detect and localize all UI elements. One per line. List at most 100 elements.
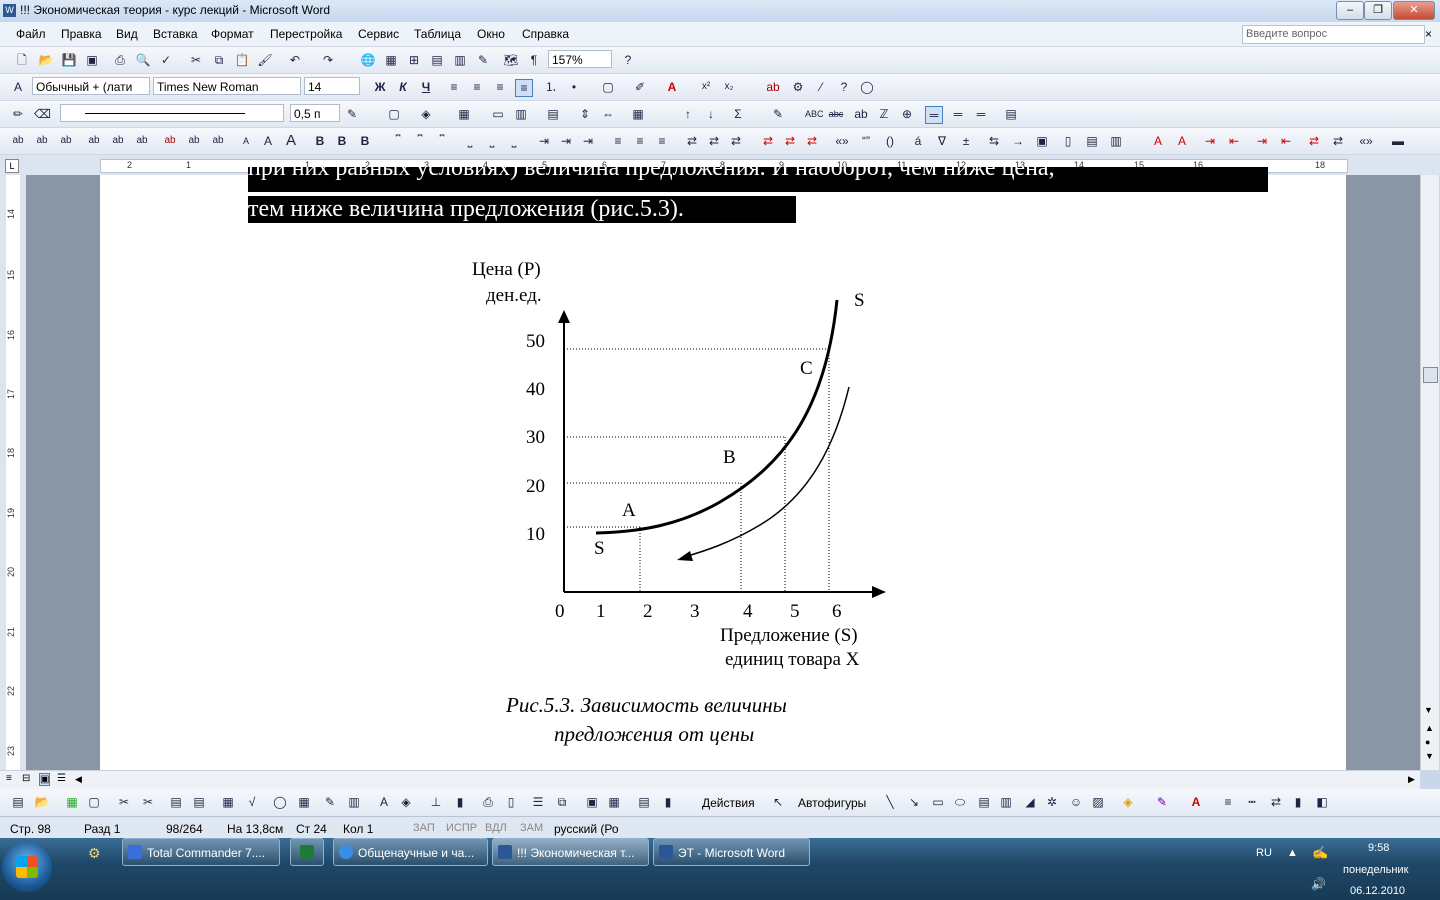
- scroll-down-icon[interactable]: ▼: [1424, 705, 1433, 715]
- horizontal-scrollbar[interactable]: ≡ ⊟ ▣ ☰ ◀ ▶: [0, 770, 1420, 789]
- textbox-icon[interactable]: ▤: [976, 794, 992, 810]
- task-word-et[interactable]: ЭТ - Microsoft Word: [653, 838, 810, 866]
- big-a-icon[interactable]: A: [283, 133, 299, 149]
- fd2-icon[interactable]: ⇄: [1330, 133, 1346, 149]
- tab5-icon[interactable]: ⎵: [484, 133, 500, 149]
- just2-icon[interactable]: ≡: [632, 133, 648, 149]
- scroll-right-icon[interactable]: ▶: [1408, 774, 1415, 785]
- eraser-icon[interactable]: ⌫: [34, 106, 51, 122]
- normal-view-icon[interactable]: ≡: [6, 773, 12, 784]
- menu-insert[interactable]: Вставка: [153, 27, 198, 41]
- redo-icon[interactable]: ↷: [320, 52, 336, 68]
- b3-icon[interactable]: B: [357, 133, 373, 149]
- cut-icon[interactable]: ✂: [188, 52, 204, 68]
- align-cells-icon[interactable]: ▤: [545, 106, 561, 122]
- line-color-icon[interactable]: ✎: [1154, 794, 1170, 810]
- research-icon[interactable]: ⚙: [790, 79, 806, 95]
- shadow-icon[interactable]: ▮: [1290, 794, 1306, 810]
- shading-icon[interactable]: ◈: [418, 106, 434, 122]
- clipart-icon[interactable]: ☺: [1068, 794, 1084, 810]
- volume-icon[interactable]: 🔊: [1311, 877, 1326, 891]
- spell-icon[interactable]: ab: [765, 79, 781, 95]
- status-track[interactable]: ИСПР: [446, 822, 477, 834]
- frame-icon[interactable]: ▣: [1034, 133, 1050, 149]
- autosum-icon[interactable]: Σ: [730, 106, 746, 122]
- open-icon[interactable]: 📂: [38, 52, 54, 68]
- insert-table-icon[interactable]: ⊞: [406, 52, 422, 68]
- split-cells-icon[interactable]: ▥: [513, 106, 529, 122]
- draw-j-icon[interactable]: √: [244, 794, 260, 810]
- list-icon[interactable]: ▤: [1003, 106, 1019, 122]
- quicklaunch-icon[interactable]: ⚙: [88, 845, 101, 862]
- indent3-icon[interactable]: ⇥: [580, 133, 596, 149]
- strike-icon[interactable]: abc: [828, 106, 844, 122]
- oval-icon[interactable]: ⬭: [952, 794, 968, 810]
- plusminus-icon[interactable]: ±: [958, 133, 974, 149]
- ab-2-icon[interactable]: ab: [34, 133, 50, 149]
- document-page[interactable]: при них равных условиях) величина предло…: [100, 167, 1346, 770]
- vertical-scrollbar[interactable]: ▼ ▲ ● ▼: [1420, 175, 1439, 770]
- style-select[interactable]: Обычный + (лати: [32, 77, 150, 95]
- indent1-icon[interactable]: ⇥: [536, 133, 552, 149]
- tab-selector[interactable]: L: [5, 159, 19, 173]
- draw-r-icon[interactable]: ▮: [452, 794, 468, 810]
- start-button[interactable]: [2, 842, 52, 892]
- draw-d-icon[interactable]: ▢: [86, 794, 102, 810]
- ab-6-icon[interactable]: ab: [134, 133, 150, 149]
- draw-a-icon[interactable]: ▤: [10, 794, 26, 810]
- menu-file[interactable]: Файл: [16, 27, 46, 41]
- permission-icon[interactable]: ▣: [84, 52, 100, 68]
- autoformat-icon[interactable]: ▦: [630, 106, 646, 122]
- draw-t-icon[interactable]: ▯: [503, 794, 519, 810]
- font-color2-icon[interactable]: A: [1188, 794, 1204, 810]
- spelling-icon[interactable]: ✓: [158, 52, 174, 68]
- new-document-icon[interactable]: 🗋: [14, 52, 30, 68]
- tray-time[interactable]: 9:58: [1368, 842, 1389, 854]
- status-record[interactable]: ЗАП: [413, 822, 435, 834]
- document-map-icon[interactable]: 🗺: [503, 52, 519, 68]
- doc-close-icon[interactable]: ×: [1425, 27, 1432, 41]
- fa2-icon[interactable]: A: [1174, 133, 1190, 149]
- page2-icon[interactable]: ▤: [1084, 133, 1100, 149]
- ask-question-input[interactable]: Введите вопрос: [1242, 25, 1425, 44]
- draw-g-icon[interactable]: ▤: [168, 794, 184, 810]
- globe-icon[interactable]: ⊕: [899, 106, 915, 122]
- draw-s-icon[interactable]: ⎙: [480, 794, 496, 810]
- vertical-textbox-icon[interactable]: ▥: [998, 794, 1014, 810]
- insert-text-icon[interactable]: ab: [853, 106, 869, 122]
- status-extend[interactable]: ВДЛ: [485, 822, 507, 834]
- draw-y-icon[interactable]: ▤: [636, 794, 652, 810]
- close-button[interactable]: ✕: [1393, 1, 1435, 20]
- arrow-style-icon[interactable]: ⇄: [1268, 794, 1284, 810]
- line-style-icon[interactable]: ≡: [1220, 794, 1236, 810]
- prev-page-icon[interactable]: ▲: [1425, 723, 1434, 733]
- draw-o-icon[interactable]: A: [376, 794, 392, 810]
- menu-help[interactable]: Справка: [522, 27, 569, 41]
- diagram-icon[interactable]: ✲: [1044, 794, 1060, 810]
- draw-k-icon[interactable]: ◯: [272, 794, 288, 810]
- superscript-icon[interactable]: x²: [698, 79, 714, 95]
- underline-icon[interactable]: Ч: [418, 79, 434, 95]
- draw-u-icon[interactable]: ☰: [530, 794, 546, 810]
- fe1-icon[interactable]: «»: [1358, 133, 1374, 149]
- draw-m-icon[interactable]: ✎: [322, 794, 338, 810]
- swap-icon[interactable]: ⇆: [986, 133, 1002, 149]
- draw-p-icon[interactable]: ◈: [398, 794, 414, 810]
- fc1-icon[interactable]: ⇥: [1254, 133, 1270, 149]
- more-icon[interactable]: ▬: [1390, 133, 1406, 149]
- quotes2-icon[interactable]: “”: [858, 133, 874, 149]
- draw-v-icon[interactable]: ⧉: [554, 794, 570, 810]
- border-color-icon[interactable]: ✎: [344, 106, 360, 122]
- help2-icon[interactable]: ?: [836, 79, 852, 95]
- small-a-icon[interactable]: A: [238, 133, 254, 149]
- ab-3-icon[interactable]: ab: [58, 133, 74, 149]
- tray-app-icon[interactable]: ✍: [1312, 845, 1328, 861]
- next-page-icon[interactable]: ▼: [1425, 751, 1434, 761]
- indent2-icon[interactable]: ⇥: [558, 133, 574, 149]
- help-icon[interactable]: ?: [620, 52, 636, 68]
- b2-icon[interactable]: B: [334, 133, 350, 149]
- actions-menu[interactable]: Действия: [702, 796, 755, 810]
- styles-icon[interactable]: A: [10, 79, 26, 95]
- minimize-button[interactable]: –: [1336, 1, 1364, 20]
- line-double-icon[interactable]: ═: [950, 106, 966, 122]
